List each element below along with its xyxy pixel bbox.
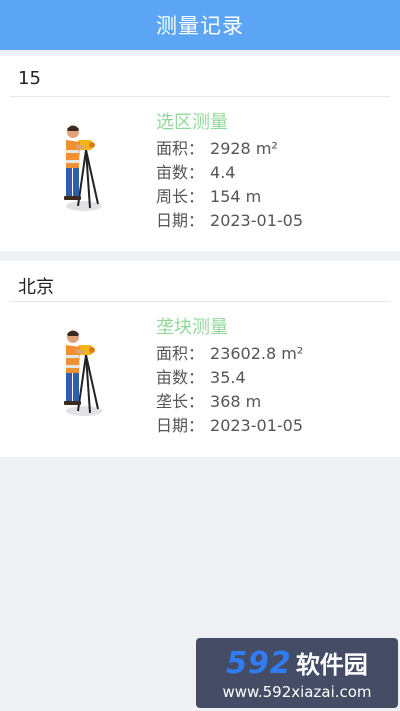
- area-value: 23602.8 m²: [210, 344, 304, 363]
- perimeter-label: 周长：: [156, 187, 205, 206]
- divider: [10, 301, 390, 302]
- mu-row: 亩数： 4.4: [156, 161, 303, 185]
- mu-row: 亩数： 35.4: [156, 366, 303, 390]
- date-label: 日期：: [156, 211, 205, 230]
- site-watermark: 592 软件园 www.592xiazai.com: [196, 638, 398, 708]
- measurement-type: 垄块测量: [156, 317, 228, 338]
- perimeter-value: 154 m: [210, 187, 262, 206]
- watermark-number: 592: [226, 646, 292, 681]
- measurement-type: 选区测量: [156, 112, 228, 133]
- record-card[interactable]: 15 选区测量 面积： 2928 m² 亩数： 4.4 周长： 154 m 日期： 20…: [0, 56, 400, 251]
- page-title: 测量记录: [156, 14, 244, 38]
- area-row: 面积： 2928 m²: [156, 137, 303, 161]
- app-header: 测量记录: [0, 0, 400, 50]
- area-row: 面积： 23602.8 m²: [156, 342, 303, 366]
- date-label: 日期：: [156, 416, 205, 435]
- watermark-text: 软件园: [295, 651, 368, 679]
- date-value: 2023-01-05: [210, 416, 303, 435]
- divider: [10, 96, 390, 97]
- record-info: 选区测量 面积： 2928 m² 亩数： 4.4 周长： 154 m 日期： 2023-…: [156, 110, 303, 233]
- area-value: 2928 m²: [210, 139, 278, 158]
- record-card[interactable]: 北京 垄块测量 面积： 23602.8 m² 亩数： 35.4 垄长： 368 m 日…: [0, 261, 400, 457]
- date-value: 2023-01-05: [210, 211, 303, 230]
- surveyor-illustration-icon: [64, 330, 102, 416]
- record-name: 北京: [18, 277, 54, 298]
- mu-value: 4.4: [210, 163, 236, 182]
- mu-label: 亩数：: [156, 368, 205, 387]
- area-label: 面积：: [156, 344, 205, 363]
- perimeter-row: 垄长： 368 m: [156, 390, 303, 414]
- record-info: 垄块测量 面积： 23602.8 m² 亩数： 35.4 垄长： 368 m 日期： 2…: [156, 315, 303, 438]
- mu-label: 亩数：: [156, 163, 205, 182]
- perimeter-value: 368 m: [210, 392, 262, 411]
- mu-value: 35.4: [210, 368, 246, 387]
- record-name: 15: [18, 68, 41, 89]
- surveyor-illustration-icon: [64, 125, 102, 211]
- perimeter-label: 垄长：: [156, 392, 205, 411]
- date-row: 日期： 2023-01-05: [156, 414, 303, 438]
- area-label: 面积：: [156, 139, 205, 158]
- watermark-url: www.592xiazai.com: [222, 683, 372, 701]
- watermark-brand: 592 软件园: [226, 645, 368, 681]
- perimeter-row: 周长： 154 m: [156, 185, 303, 209]
- date-row: 日期： 2023-01-05: [156, 209, 303, 233]
